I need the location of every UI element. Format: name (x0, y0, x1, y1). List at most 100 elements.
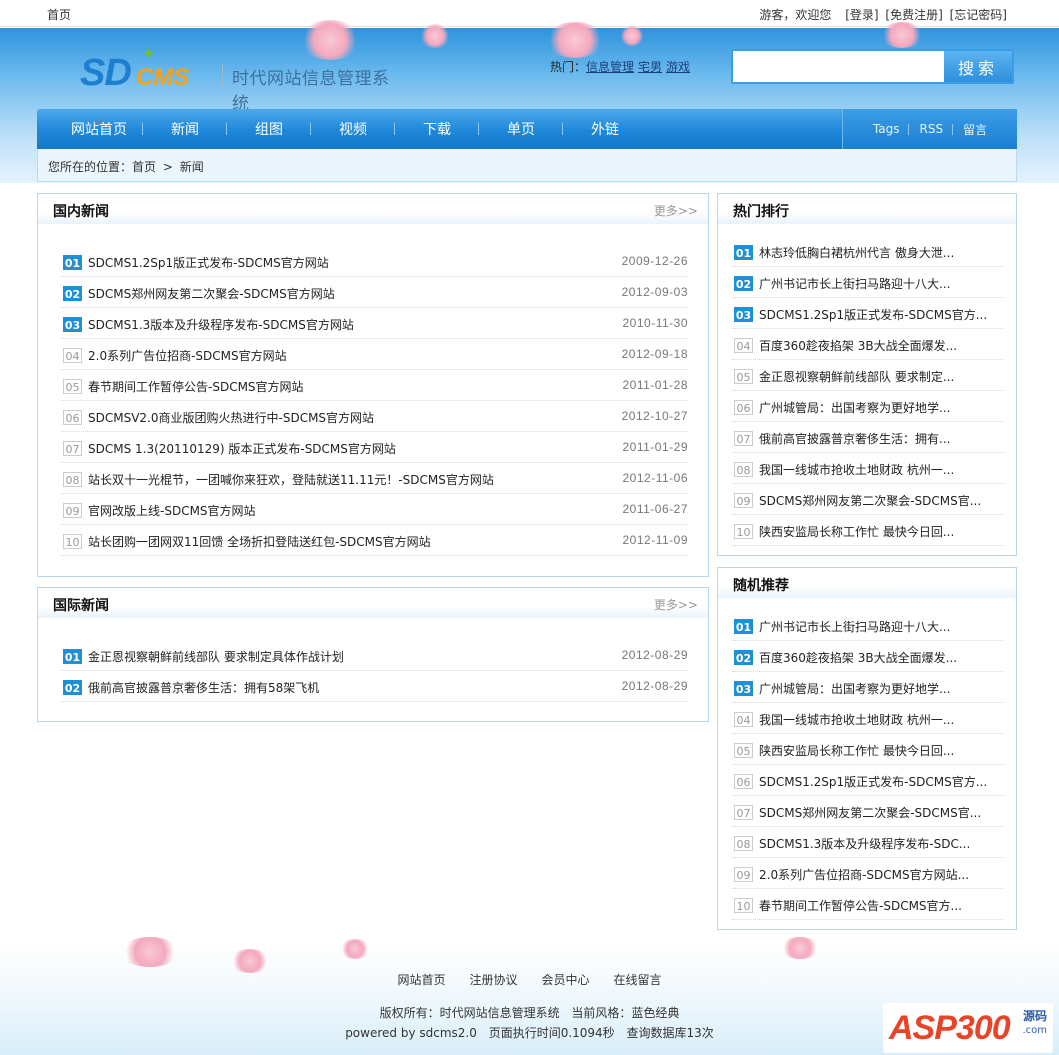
hot-label: 热门： (550, 60, 587, 74)
blossom-decoration (420, 24, 450, 48)
search-box: 搜索 (731, 49, 1014, 84)
footer-link-home[interactable]: 网站首页 (385, 973, 457, 987)
list-item[interactable]: 01 金正恩视察朝鲜前线部队 要求制定具体作战计划 2012-08-29 (61, 640, 688, 671)
breadcrumb-home[interactable]: 首页 (132, 160, 156, 174)
list-item[interactable]: 08 我国一线城市抢收土地财政 杭州一... (732, 453, 1004, 484)
site-logo[interactable]: ✦ SD CMS 时代网站信息管理系统 (80, 44, 400, 114)
more-link[interactable]: 更多>> (654, 202, 698, 219)
news-title-link[interactable]: 广州城管局：出国考察为更好地学... (759, 399, 950, 416)
news-title-link[interactable]: SDCMS1.3版本及升级程序发布-SDCMS官方网站 (88, 316, 354, 333)
news-title-link[interactable]: SDCMS郑州网友第二次聚会-SDCMS官方网站 (88, 285, 335, 302)
list-item[interactable]: 07 俄前高官披露普京奢侈生活：拥有... (732, 422, 1004, 453)
nav-item-video[interactable]: 视频 (311, 119, 395, 139)
news-title-link[interactable]: 站长团购一团网双11回馈 全场折扣登陆送红包-SDCMS官方网站 (88, 533, 431, 550)
rank-number: 05 (734, 369, 753, 384)
news-title-link[interactable]: 广州书记市长上街扫马路迎十八大... (759, 618, 950, 635)
news-title-link[interactable]: SDCMSV2.0商业版团购火热进行中-SDCMS官方网站 (88, 409, 374, 426)
list-item[interactable]: 07 SDCMS 1.3(20110129) 版本正式发布-SDCMS官方网站 20… (61, 432, 688, 463)
forgot-password-link[interactable]: [忘记密码] (950, 8, 1007, 22)
nav-guestbook[interactable]: 留言 (953, 121, 997, 138)
news-title-link[interactable]: SDCMS郑州网友第二次聚会-SDCMS官... (759, 804, 981, 821)
nav-item-home[interactable]: 网站首页 (37, 119, 143, 139)
list-item[interactable]: 05 陕西安监局长称工作忙 最快今日回... (732, 734, 1004, 765)
nav-item-news[interactable]: 新闻 (143, 119, 227, 139)
list-item[interactable]: 06 SDCMSV2.0商业版团购火热进行中-SDCMS官方网站 2012-10-2… (61, 401, 688, 432)
news-title-link[interactable]: SDCMS1.2Sp1版正式发布-SDCMS官方... (759, 306, 987, 323)
footer-link-message[interactable]: 在线留言 (602, 973, 674, 987)
news-title-link[interactable]: SDCMS1.3版本及升级程序发布-SDC... (759, 835, 970, 852)
news-title-link[interactable]: 2.0系列广告位招商-SDCMS官方网站 (88, 347, 287, 364)
list-item[interactable]: 10 陕西安监局长称工作忙 最快今日回... (732, 515, 1004, 546)
news-title-link[interactable]: SDCMS 1.3(20110129) 版本正式发布-SDCMS官方网站 (88, 440, 396, 457)
news-title-link[interactable]: 陕西安监局长称工作忙 最快今日回... (759, 742, 954, 759)
news-title-link[interactable]: 广州城管局：出国考察为更好地学... (759, 680, 950, 697)
footer-link-member[interactable]: 会员中心 (530, 973, 602, 987)
list-item[interactable]: 01 广州书记市长上街扫马路迎十八大... (732, 610, 1004, 641)
list-item[interactable]: 09 SDCMS郑州网友第二次聚会-SDCMS官... (732, 484, 1004, 515)
news-title-link[interactable]: SDCMS郑州网友第二次聚会-SDCMS官... (759, 492, 981, 509)
register-link[interactable]: [免费注册] (885, 8, 942, 22)
list-item[interactable]: 04 我国一线城市抢收土地财政 杭州一... (732, 703, 1004, 734)
news-title-link[interactable]: 百度360趁夜掐架 3B大战全面爆发... (759, 337, 957, 354)
news-title-link[interactable]: 春节期间工作暂停公告-SDCMS官方... (759, 897, 962, 914)
list-item[interactable]: 07 SDCMS郑州网友第二次聚会-SDCMS官... (732, 796, 1004, 827)
news-title-link[interactable]: 我国一线城市抢收土地财政 杭州一... (759, 461, 954, 478)
footer-link-agreement[interactable]: 注册协议 (457, 973, 529, 987)
news-title-link[interactable]: 春节期间工作暂停公告-SDCMS官方网站 (88, 378, 304, 395)
hot-link-zhainan[interactable]: 宅男 (638, 60, 662, 74)
list-item[interactable]: 01 SDCMS1.2Sp1版正式发布-SDCMS官方网站 2009-12-26 (61, 246, 688, 277)
logo-tagline: 时代网站信息管理系统 (232, 69, 390, 114)
nav-rss[interactable]: RSS (909, 122, 953, 136)
nav-item-page[interactable]: 单页 (479, 119, 563, 139)
search-button[interactable]: 搜索 (944, 51, 1012, 82)
news-title-link[interactable]: SDCMS1.2Sp1版正式发布-SDCMS官方网站 (88, 254, 329, 271)
news-title-link[interactable]: 官网改版上线-SDCMS官方网站 (88, 502, 256, 519)
list-item[interactable]: 09 2.0系列广告位招商-SDCMS官方网站... (732, 858, 1004, 889)
list-item[interactable]: 08 站长双十一光棍节，一团喊你来狂欢，登陆就送11.11元！-SDCMS官方网站… (61, 463, 688, 494)
login-link[interactable]: [登录] (845, 8, 878, 22)
breadcrumb-current[interactable]: 新闻 (180, 160, 204, 174)
news-title-link[interactable]: 俄前高官披露普京奢侈生活：拥有58架飞机 (88, 679, 319, 696)
news-title-link[interactable]: 广州书记市长上街扫马路迎十八大... (759, 275, 950, 292)
list-item[interactable]: 01 林志玲低胸白裙杭州代言 傲身大泄... (732, 236, 1004, 267)
hot-link-info[interactable]: 信息管理 (586, 60, 634, 74)
nav-item-gallery[interactable]: 组图 (227, 119, 311, 139)
list-item[interactable]: 03 SDCMS1.3版本及升级程序发布-SDCMS官方网站 2010-11-30 (61, 308, 688, 339)
news-date: 2012-11-09 (622, 533, 688, 547)
news-title-link[interactable]: 金正恩视察朝鲜前线部队 要求制定... (759, 368, 954, 385)
search-input[interactable] (735, 53, 941, 80)
news-title-link[interactable]: 站长双十一光棍节，一团喊你来狂欢，登陆就送11.11元！-SDCMS官方网站 (88, 471, 494, 488)
news-title-link[interactable]: 金正恩视察朝鲜前线部队 要求制定具体作战计划 (88, 648, 344, 665)
news-title-link[interactable]: SDCMS1.2Sp1版正式发布-SDCMS官方... (759, 773, 987, 790)
list-item[interactable]: 03 广州城管局：出国考察为更好地学... (732, 672, 1004, 703)
list-item[interactable]: 04 百度360趁夜掐架 3B大战全面爆发... (732, 329, 1004, 360)
list-item[interactable]: 08 SDCMS1.3版本及升级程序发布-SDC... (732, 827, 1004, 858)
list-item[interactable]: 06 SDCMS1.2Sp1版正式发布-SDCMS官方... (732, 765, 1004, 796)
list-item[interactable]: 10 站长团购一团网双11回馈 全场折扣登陆送红包-SDCMS官方网站 2012-1… (61, 525, 688, 556)
news-title-link[interactable]: 我国一线城市抢收土地财政 杭州一... (759, 711, 954, 728)
hot-link-games[interactable]: 游戏 (666, 60, 690, 74)
list-item[interactable]: 06 广州城管局：出国考察为更好地学... (732, 391, 1004, 422)
nav-item-download[interactable]: 下载 (395, 119, 479, 139)
news-date: 2011-06-27 (622, 502, 688, 516)
list-item[interactable]: 02 俄前高官披露普京奢侈生活：拥有58架飞机 2012-08-29 (61, 671, 688, 702)
news-title-link[interactable]: 百度360趁夜掐架 3B大战全面爆发... (759, 649, 957, 666)
news-title-link[interactable]: 2.0系列广告位招商-SDCMS官方网站... (759, 866, 969, 883)
news-title-link[interactable]: 俄前高官披露普京奢侈生活：拥有... (759, 430, 950, 447)
list-item[interactable]: 05 春节期间工作暂停公告-SDCMS官方网站 2011-01-28 (61, 370, 688, 401)
blossom-decoration (780, 937, 820, 959)
news-title-link[interactable]: 林志玲低胸白裙杭州代言 傲身大泄... (759, 244, 954, 261)
top-home-link[interactable]: 首页 (47, 6, 71, 23)
list-item[interactable]: 05 金正恩视察朝鲜前线部队 要求制定... (732, 360, 1004, 391)
nav-tags[interactable]: Tags (863, 122, 910, 136)
list-item[interactable]: 09 官网改版上线-SDCMS官方网站 2011-06-27 (61, 494, 688, 525)
list-item[interactable]: 03 SDCMS1.2Sp1版正式发布-SDCMS官方... (732, 298, 1004, 329)
list-item[interactable]: 02 百度360趁夜掐架 3B大战全面爆发... (732, 641, 1004, 672)
list-item[interactable]: 02 SDCMS郑州网友第二次聚会-SDCMS官方网站 2012-09-03 (61, 277, 688, 308)
list-item[interactable]: 10 春节期间工作暂停公告-SDCMS官方... (732, 889, 1004, 920)
more-link[interactable]: 更多>> (654, 596, 698, 613)
nav-item-links[interactable]: 外链 (563, 119, 647, 139)
news-title-link[interactable]: 陕西安监局长称工作忙 最快今日回... (759, 523, 954, 540)
list-item[interactable]: 02 广州书记市长上街扫马路迎十八大... (732, 267, 1004, 298)
list-item[interactable]: 04 2.0系列广告位招商-SDCMS官方网站 2012-09-18 (61, 339, 688, 370)
